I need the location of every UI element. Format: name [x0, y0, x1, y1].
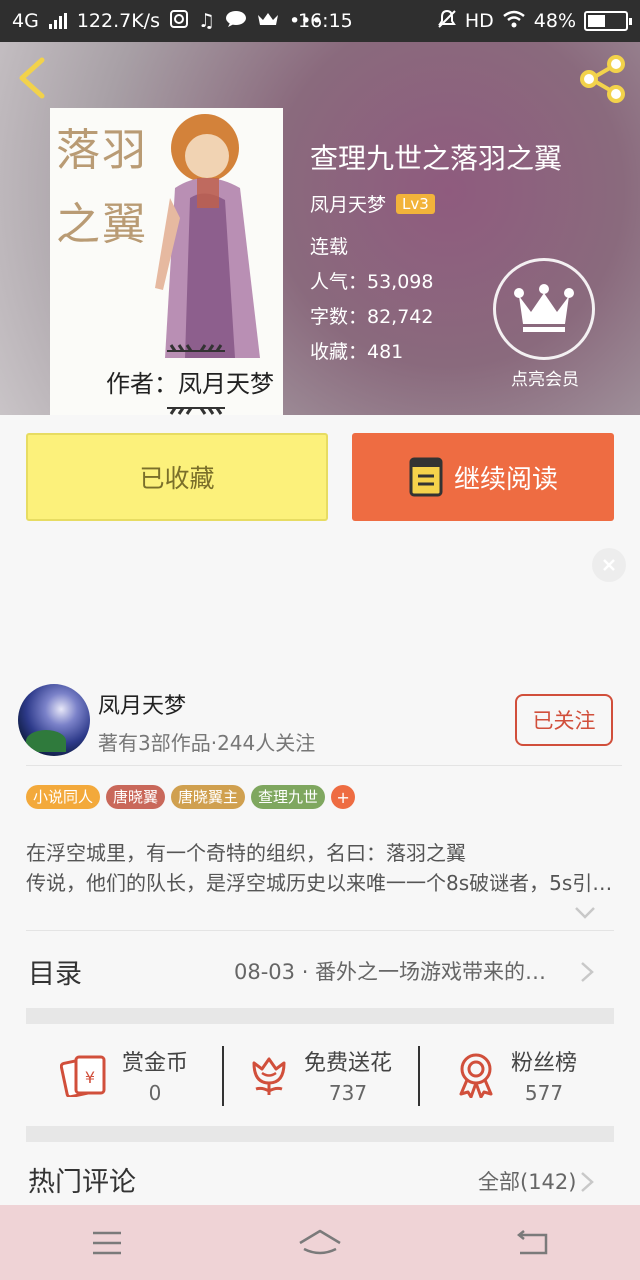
- menu-icon: [92, 1231, 121, 1254]
- author-card-name[interactable]: 凤月天梦: [98, 688, 186, 720]
- toc-label[interactable]: 目录: [28, 952, 82, 991]
- author-row: 凤月天梦 Lv3: [310, 190, 435, 217]
- music-icon: ♫: [197, 10, 216, 32]
- follow-label: 已关注: [532, 709, 596, 733]
- fans-value: 577: [524, 1081, 564, 1105]
- tag-list: 小说同人 唐晓翼 唐晓翼主 查理九世 +: [26, 785, 356, 809]
- add-tag-button[interactable]: +: [331, 785, 356, 809]
- chat-icon: [225, 10, 247, 33]
- home-icon: [299, 1229, 341, 1254]
- cover-author: 作者：凤月天梦: [106, 370, 274, 398]
- flower-label: 免费送花: [303, 1051, 392, 1076]
- system-nav-bar: [0, 1205, 640, 1280]
- book-description[interactable]: 在浮空城里，有一个奇特的组织，名曰：落羽之翼 传说，他们的队长，是浮空城历史以来…: [26, 838, 618, 898]
- wifi-icon: [502, 10, 526, 33]
- menu-button[interactable]: [77, 1223, 137, 1263]
- crown-status-icon: [257, 10, 279, 32]
- chevron-right-icon[interactable]: [580, 1171, 594, 1193]
- tag-charlie-ix[interactable]: 查理九世: [251, 785, 326, 809]
- fan-ranking-button[interactable]: 粉丝榜 577: [418, 1026, 614, 1124]
- hot-comments-label: 热门评论: [28, 1167, 136, 1198]
- collected-label: 已收藏: [139, 464, 215, 493]
- description-line: 传说，他们的队长，是浮空城历史以来唯一一个8s破谜者，5s引导…: [26, 871, 618, 895]
- mute-icon: [437, 9, 457, 34]
- share-button[interactable]: [578, 54, 628, 104]
- continue-reading-label: 继续阅读: [453, 464, 558, 495]
- author-card-info: 著有3部作品·244人关注: [98, 731, 316, 755]
- book-header: 落羽 之翼 作者：凤月天梦 查理九世之落羽之翼 凤月天梦 Lv3 连载 人气：5…: [0, 42, 640, 415]
- chevron-right-icon[interactable]: [580, 961, 594, 983]
- divider: [26, 765, 622, 766]
- author-avatar[interactable]: [18, 684, 90, 756]
- back-nav-button[interactable]: [503, 1223, 563, 1263]
- tag-novel-fanfic[interactable]: 小说同人: [26, 785, 101, 809]
- book-icon: [409, 457, 443, 497]
- cover-illustration: [155, 114, 260, 358]
- clock: 16:15: [298, 10, 353, 32]
- svg-text:¥: ¥: [85, 1068, 95, 1087]
- back-arrow-icon: [517, 1229, 548, 1254]
- vip-label: 点亮会员: [511, 370, 579, 390]
- flower-icon: [252, 1057, 286, 1095]
- close-ad-button[interactable]: [592, 548, 626, 582]
- reward-value: 0: [148, 1081, 162, 1105]
- support-panel: ¥ 赏金币 0 免费送花 737 粉丝榜 577: [26, 1026, 614, 1124]
- hd-label: HD: [464, 10, 494, 32]
- reward-coins-button[interactable]: ¥ 赏金币 0: [26, 1026, 222, 1124]
- network-type: 4G: [12, 10, 39, 32]
- laurel-icon: [167, 407, 225, 415]
- serial-status: 连载: [310, 236, 349, 258]
- latest-chapter[interactable]: 08-03 · 番外之一场游戏带来的…: [234, 956, 564, 986]
- favorites-count: 收藏：481: [310, 341, 404, 363]
- red-envelope-icon: ¥: [59, 1055, 106, 1097]
- tag-tang-xiaoyi-main[interactable]: 唐晓翼主: [171, 785, 246, 809]
- medal-icon: [459, 1053, 493, 1098]
- section-separator: [26, 1126, 614, 1142]
- status-bar: 4G 122.7K/s ♫ ••• 16:15 HD 48%: [0, 0, 640, 42]
- send-flower-button[interactable]: 免费送花 737: [222, 1026, 418, 1124]
- vip-button[interactable]: [493, 258, 595, 360]
- continue-reading-button[interactable]: 继续阅读: [352, 433, 614, 521]
- tag-tang-xiaoyi[interactable]: 唐晓翼: [106, 785, 166, 809]
- level-badge: Lv3: [396, 193, 435, 214]
- fans-label: 粉丝榜: [510, 1051, 577, 1076]
- flower-value: 737: [328, 1081, 368, 1105]
- book-cover[interactable]: 落羽 之翼 作者：凤月天梦: [50, 108, 283, 415]
- signal-icon: [48, 13, 67, 29]
- cover-title-1: 落羽: [56, 125, 148, 176]
- app-notification-icon: [169, 9, 188, 33]
- back-button[interactable]: [14, 56, 54, 100]
- popularity: 人气：53,098: [310, 271, 434, 293]
- cover-title-2: 之翼: [56, 199, 148, 250]
- home-button[interactable]: [290, 1223, 350, 1263]
- crown-icon: [514, 284, 574, 332]
- follow-button[interactable]: 已关注: [515, 694, 613, 746]
- battery-percent: 48%: [533, 10, 576, 32]
- reward-label: 赏金币: [121, 1051, 188, 1076]
- laurel-icon: [167, 344, 225, 352]
- network-speed: 122.7K/s: [76, 10, 160, 32]
- divider: [26, 930, 614, 931]
- all-comments-link[interactable]: 全部(142): [478, 1166, 576, 1196]
- section-separator: [26, 1008, 614, 1024]
- book-title: 查理九世之落羽之翼: [310, 142, 563, 175]
- expand-chevron-icon[interactable]: [574, 906, 596, 920]
- collected-button[interactable]: 已收藏: [26, 433, 328, 521]
- close-icon: [603, 559, 615, 571]
- book-author[interactable]: 凤月天梦: [310, 190, 386, 217]
- word-count: 字数：82,742: [310, 306, 434, 328]
- description-line: 在浮空城里，有一个奇特的组织，名曰：落羽之翼: [26, 841, 466, 865]
- battery-icon: [584, 11, 632, 31]
